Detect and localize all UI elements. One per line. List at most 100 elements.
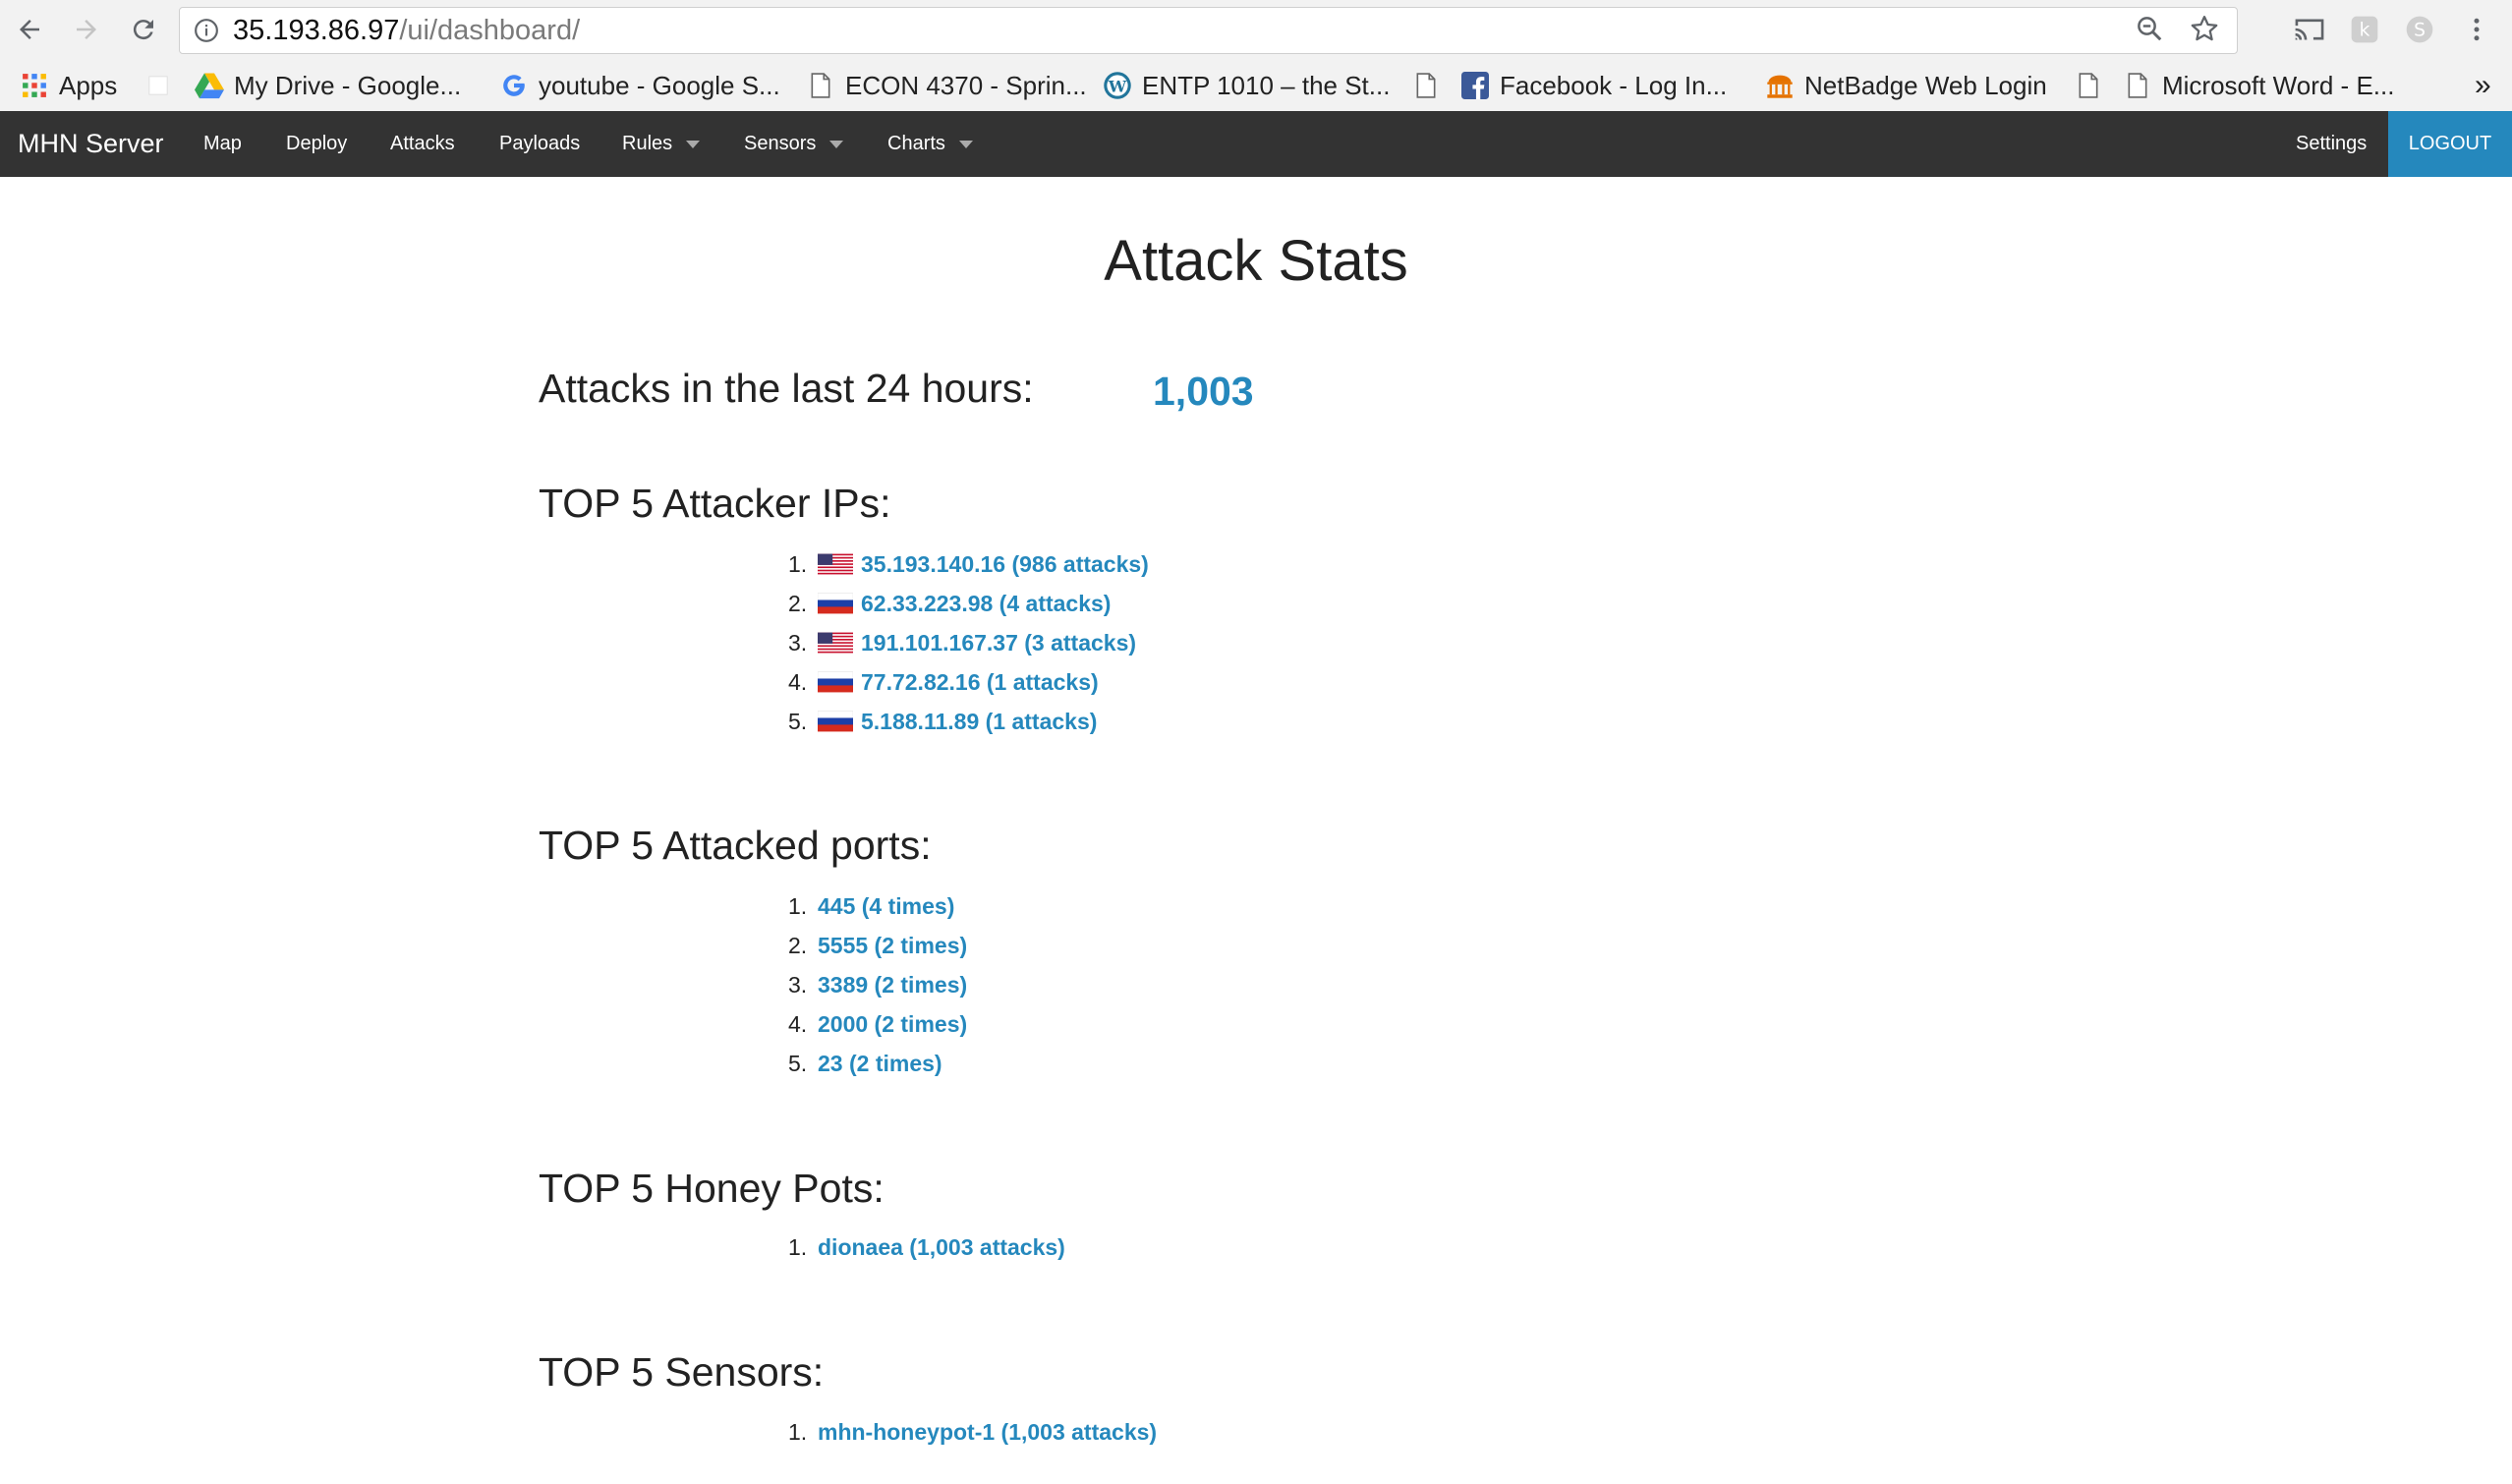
list-number: 5. — [788, 708, 808, 734]
google-icon — [499, 71, 529, 100]
bookmark-netbadge[interactable]: NetBadge Web Login — [1765, 61, 2047, 110]
caret-down-icon — [686, 140, 701, 148]
apps-grid-icon — [20, 71, 49, 100]
bookmark-apps[interactable]: Apps — [20, 61, 117, 110]
top-ips-heading: TOP 5 Attacker IPs: — [539, 481, 891, 526]
bookmark-label: Apps — [59, 70, 118, 100]
list-item: 3. 3389 (2 times) — [788, 965, 967, 1004]
url-path: /ui/dashboard/ — [399, 14, 581, 46]
page-icon — [2074, 71, 2103, 100]
brand-link[interactable]: MHN Server — [18, 111, 164, 177]
bookmark-youtube-search[interactable]: youtube - Google S... — [499, 61, 780, 110]
list-item: 5. 5.188.11.89 (1 attacks) — [788, 702, 1149, 741]
ru-flag-icon — [818, 671, 853, 693]
nav-settings[interactable]: Settings — [2296, 111, 2367, 177]
wordpress-icon: W — [1103, 71, 1132, 100]
list-number: 4. — [788, 668, 808, 695]
logout-button[interactable]: LOGOUT — [2388, 111, 2512, 177]
bookmark-label: ECON 4370 - Sprin... — [845, 70, 1087, 100]
list-number: 1. — [788, 892, 808, 919]
top-ips-list: 1. 35.193.140.16 (986 attacks) 2. 62.33.… — [788, 544, 1149, 741]
top-honeypots-heading: TOP 5 Honey Pots: — [539, 1166, 885, 1211]
ru-flag-icon — [818, 711, 853, 732]
attacker-ip-link[interactable]: 191.101.167.37 (3 attacks) — [861, 630, 1136, 656]
caret-down-icon — [958, 140, 973, 148]
zoom-icon[interactable] — [2135, 14, 2164, 43]
list-number: 3. — [788, 971, 808, 998]
nav-deploy[interactable]: Deploy — [286, 111, 347, 177]
cast-icon — [2295, 19, 2324, 40]
attacker-ip-link[interactable]: 62.33.223.98 (4 attacks) — [861, 591, 1111, 617]
sensor-link[interactable]: mhn-honeypot-1 (1,003 attacks) — [818, 1419, 1157, 1446]
list-item: 2. 62.33.223.98 (4 attacks) — [788, 584, 1149, 623]
blank-page-icon — [143, 71, 173, 100]
top-sensors-list: 1. mhn-honeypot-1 (1,003 attacks) — [788, 1412, 1157, 1452]
list-item: 1. 445 (4 times) — [788, 886, 967, 926]
attacker-ip-link[interactable]: 5.188.11.89 (1 attacks) — [861, 709, 1097, 735]
page-title: Attack Stats — [1104, 229, 1408, 293]
list-number: 1. — [788, 1418, 808, 1445]
bookmark-blank-page[interactable] — [1411, 61, 1441, 110]
attacked-port-link[interactable]: 23 (2 times) — [818, 1051, 942, 1077]
back-arrow-icon — [20, 20, 39, 39]
extension-icon: k — [2351, 16, 2378, 43]
cast-button[interactable] — [2290, 10, 2329, 49]
bookmark-star-icon[interactable] — [2190, 14, 2219, 43]
bookmark-label: My Drive - Google... — [234, 70, 462, 100]
bookmark-blank-page-2[interactable] — [2074, 61, 2103, 110]
nav-map[interactable]: Map — [203, 111, 242, 177]
forward-arrow-icon — [77, 20, 96, 39]
attacked-port-link[interactable]: 5555 (2 times) — [818, 933, 967, 959]
caret-down-icon — [829, 140, 844, 148]
bookmark-blank[interactable] — [143, 61, 173, 110]
svg-text:W: W — [1108, 77, 1127, 95]
attacked-port-link[interactable]: 445 (4 times) — [818, 893, 954, 920]
bookmark-label: NetBadge Web Login — [1804, 70, 2047, 100]
page-icon — [1411, 71, 1441, 100]
menu-button[interactable] — [2457, 10, 2496, 49]
bookmark-label: ENTP 1010 – the St... — [1142, 70, 1391, 100]
nav-rules-label: Rules — [622, 133, 673, 154]
nav-sensors-label: Sensors — [744, 133, 817, 154]
url-text: 35.193.86.97/ui/dashboard/ — [233, 15, 580, 47]
app-navbar: MHN Server Map Deploy Attacks Payloads R… — [0, 111, 2512, 177]
page-icon — [806, 71, 835, 100]
nav-charts-dropdown[interactable]: Charts — [887, 111, 973, 177]
honeypot-link[interactable]: dionaea (1,003 attacks) — [818, 1234, 1065, 1261]
nav-payloads[interactable]: Payloads — [499, 111, 580, 177]
top-honeypots-list: 1. dionaea (1,003 attacks) — [788, 1227, 1065, 1267]
attacked-port-link[interactable]: 3389 (2 times) — [818, 972, 967, 999]
attacker-ip-link[interactable]: 77.72.82.16 (1 attacks) — [861, 669, 1099, 696]
list-number: 3. — [788, 629, 808, 656]
bookmark-econ-4370[interactable]: ECON 4370 - Sprin... — [806, 61, 1087, 110]
reload-button[interactable] — [124, 10, 163, 49]
nav-sensors-dropdown[interactable]: Sensors — [744, 111, 844, 177]
list-item: 5. 23 (2 times) — [788, 1044, 967, 1083]
attacked-port-link[interactable]: 2000 (2 times) — [818, 1011, 967, 1038]
skype-icon: S — [2406, 16, 2433, 43]
bookmark-my-drive[interactable]: My Drive - Google... — [195, 61, 461, 110]
back-button[interactable] — [10, 10, 49, 49]
bookmark-label: Microsoft Word - E... — [2162, 70, 2395, 100]
address-bar[interactable]: 35.193.86.97/ui/dashboard/ — [179, 7, 2238, 54]
us-flag-icon — [818, 553, 853, 575]
top-sensors-heading: TOP 5 Sensors: — [539, 1349, 825, 1395]
nav-attacks[interactable]: Attacks — [390, 111, 455, 177]
attacks-24h-label: Attacks in the last 24 hours: — [539, 366, 1034, 411]
bookmark-microsoft-word[interactable]: Microsoft Word - E... — [2123, 61, 2394, 110]
nav-rules-dropdown[interactable]: Rules — [622, 111, 701, 177]
list-number: 5. — [788, 1050, 808, 1076]
bookmark-entp-1010[interactable]: W ENTP 1010 – the St... — [1103, 61, 1390, 110]
attacker-ip-link[interactable]: 35.193.140.16 (986 attacks) — [861, 551, 1149, 578]
list-item: 1. dionaea (1,003 attacks) — [788, 1227, 1065, 1267]
attacks-24h-count: 1,003 — [1153, 369, 1254, 414]
bookmarks-overflow-button[interactable]: » — [2475, 61, 2491, 110]
skype-button[interactable]: S — [2400, 10, 2439, 49]
facebook-icon — [1460, 71, 1490, 100]
list-number: 2. — [788, 932, 808, 958]
extension-button-1[interactable]: k — [2345, 10, 2384, 49]
forward-button[interactable] — [67, 10, 106, 49]
list-item: 4. 77.72.82.16 (1 attacks) — [788, 662, 1149, 702]
bookmark-facebook[interactable]: Facebook - Log In... — [1460, 61, 1727, 110]
browser-chrome: 35.193.86.97/ui/dashboard/ k S Apps My D… — [0, 0, 2512, 112]
